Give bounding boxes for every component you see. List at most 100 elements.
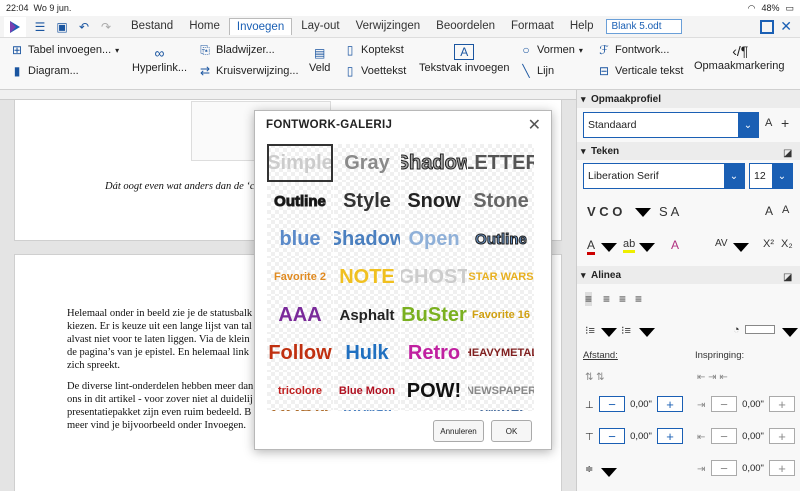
bullets-dropdown-icon[interactable] xyxy=(601,328,617,337)
above-spacing-stepper[interactable]: −0,00" + xyxy=(599,396,683,412)
spacing-dropdown-icon[interactable] xyxy=(733,243,749,252)
minus-icon[interactable]: − xyxy=(711,460,737,476)
indent-icons[interactable]: ⇤ ⇥ ⇤ xyxy=(697,372,728,383)
underline-dropdown-icon[interactable] xyxy=(635,208,651,217)
above-spacing-value[interactable]: 0,00" xyxy=(627,399,655,410)
chevron-down-icon[interactable]: ⌄ xyxy=(738,113,758,137)
diagram-button[interactable]: ▮ Diagram... xyxy=(10,64,79,78)
plus-icon[interactable]: + xyxy=(769,428,795,444)
font-color-icon[interactable]: A xyxy=(587,238,596,255)
tab-lay-out[interactable]: Lay-out xyxy=(294,18,346,35)
tab-home[interactable]: Home xyxy=(182,18,227,35)
tab-bestand[interactable]: Bestand xyxy=(124,18,180,35)
header-button[interactable]: ▯ Koptekst xyxy=(343,43,404,57)
fontwork-style-item[interactable]: Follow xyxy=(267,334,333,372)
fontwork-style-item[interactable]: Asphalt xyxy=(334,296,400,334)
cancel-button[interactable]: Annuleren xyxy=(433,420,484,442)
minus-icon[interactable]: − xyxy=(599,428,625,444)
horizontal-ruler[interactable] xyxy=(0,90,576,100)
subscript-icon[interactable]: X₂ xyxy=(781,238,793,250)
textbox-button[interactable]: A Tekstvak invoegen xyxy=(419,44,510,74)
hyperlink-button[interactable]: ∞ Hyperlink... xyxy=(132,46,187,74)
after-indent-stepper[interactable]: −0,00" + xyxy=(711,428,795,444)
fontwork-style-item[interactable]: Shadow xyxy=(401,144,467,182)
chevron-down-icon[interactable]: ⌄ xyxy=(724,164,744,188)
fontwork-style-item[interactable]: tricolore xyxy=(267,372,333,410)
clear-formatting-icon[interactable]: A xyxy=(671,238,679,252)
hamburger-menu-icon[interactable]: ☰ xyxy=(32,19,48,35)
line-spacing-dropdown-icon[interactable] xyxy=(601,468,617,477)
fontwork-style-item[interactable]: Outline xyxy=(267,182,333,220)
fontwork-style-item[interactable]: Snow xyxy=(401,182,467,220)
fontwork-style-item[interactable]: STAR WARS xyxy=(468,258,534,296)
fontwork-style-item[interactable]: Favorite 2 xyxy=(267,258,333,296)
insert-table-button[interactable]: ⊞ Tabel invoegen... ▾ xyxy=(10,43,119,57)
numbering-dropdown-icon[interactable] xyxy=(639,328,655,337)
line-spacing-icon[interactable]: ≑ xyxy=(585,464,593,475)
fontwork-style-item[interactable]: Outline xyxy=(468,220,534,258)
align-justify-icon[interactable]: ≡ xyxy=(635,292,642,306)
paragraph-style-combo[interactable]: Standaard ⌄ xyxy=(583,112,759,138)
align-center-icon[interactable]: ≡ xyxy=(603,292,610,306)
highlight-dropdown-icon[interactable] xyxy=(639,243,655,252)
more-options-icon[interactable]: ◪ xyxy=(783,272,792,283)
undo-icon[interactable]: ↶ xyxy=(76,19,92,35)
vertical-text-button[interactable]: ⊟ Verticale tekst xyxy=(597,64,684,78)
font-name-combo[interactable]: Liberation Serif ⌄ xyxy=(583,163,745,189)
font-size-combo[interactable]: 12 ⌄ xyxy=(749,163,793,189)
background-color-swatch[interactable] xyxy=(745,325,775,334)
chevron-down-icon[interactable]: ⌄ xyxy=(772,164,792,188)
fontwork-style-item[interactable]: NOTE xyxy=(334,258,400,296)
close-icon[interactable]: ✕ xyxy=(780,18,792,35)
fontwork-style-item[interactable]: NEWSPAPER xyxy=(468,372,534,410)
plus-icon[interactable]: + xyxy=(657,428,683,444)
background-color-icon[interactable]: ◔ xyxy=(733,324,740,336)
fontwork-button[interactable]: ℱ Fontwork... xyxy=(597,43,669,57)
plus-icon[interactable]: + xyxy=(657,396,683,412)
fontwork-style-item[interactable]: NO WAY xyxy=(401,410,467,411)
tab-verwijzingen[interactable]: Verwijzingen xyxy=(349,18,428,35)
shrink-font-icon[interactable]: A xyxy=(782,204,789,216)
shadow-icon[interactable]: S A xyxy=(659,204,679,219)
bullets-icon[interactable]: ⁝≡ xyxy=(585,324,595,337)
cross-reference-button[interactable]: ⇄ Kruisverwijzing... xyxy=(198,64,299,78)
numbering-icon[interactable]: ⁝≡ xyxy=(621,324,631,337)
fontwork-style-item[interactable]: AAA xyxy=(267,296,333,334)
fontwork-style-item[interactable]: Simple xyxy=(267,144,333,182)
below-spacing-stepper[interactable]: −0,00" + xyxy=(599,428,683,444)
close-icon[interactable]: ✕ xyxy=(528,115,541,135)
background-color-dropdown-icon[interactable] xyxy=(782,328,798,337)
fontwork-style-item[interactable]: blue xyxy=(267,220,333,258)
fontwork-style-item[interactable]: GHOST xyxy=(401,258,467,296)
shapes-button[interactable]: ○ Vormen ▾ xyxy=(519,43,583,57)
font-color-dropdown-icon[interactable] xyxy=(601,243,617,252)
ok-button[interactable]: OK xyxy=(491,420,532,442)
fontwork-style-item[interactable]: Hulk xyxy=(334,334,400,372)
fontwork-style-item[interactable]: HEAVYMETAL xyxy=(468,334,534,372)
fontwork-style-item[interactable]: Favorite 16 xyxy=(468,296,534,334)
below-spacing-value[interactable]: 0,00" xyxy=(627,431,655,442)
after-indent-value[interactable]: 0,00" xyxy=(739,431,767,442)
minus-icon[interactable]: − xyxy=(711,428,737,444)
more-options-icon[interactable]: ◪ xyxy=(783,148,792,159)
strikethrough-icon[interactable]: V C O xyxy=(587,204,622,219)
save-icon[interactable]: ▣ xyxy=(54,19,70,35)
fontwork-style-item[interactable]: POW! xyxy=(401,372,467,410)
fontwork-style-item[interactable]: Style xyxy=(334,182,400,220)
section-header-paragraph[interactable]: Alinea xyxy=(577,266,800,284)
fontwork-style-item[interactable]: Twitter xyxy=(468,410,534,411)
fontwork-style-item[interactable]: Gray xyxy=(334,144,400,182)
plus-icon[interactable]: + xyxy=(769,460,795,476)
increase-spacing-icon[interactable]: ⇅ ⇅ xyxy=(585,372,605,383)
fontwork-style-item[interactable]: BuSter xyxy=(401,296,467,334)
align-left-icon[interactable]: ≡ xyxy=(585,292,593,306)
fontwork-style-item[interactable]: Retro xyxy=(401,334,467,372)
before-indent-value[interactable]: 0,00" xyxy=(739,399,767,410)
document-name-field[interactable]: Blank 5.odt xyxy=(606,19,683,34)
first-line-indent-stepper[interactable]: −0,00" + xyxy=(711,460,795,476)
fontwork-style-item[interactable]: LETTER xyxy=(468,144,534,182)
fontwork-style-item[interactable]: Blue Moon xyxy=(334,372,400,410)
new-style-icon[interactable]: A xyxy=(765,117,772,129)
fontwork-style-item[interactable]: BURN xyxy=(267,410,333,411)
line-button[interactable]: ╲ Lijn xyxy=(519,64,554,78)
